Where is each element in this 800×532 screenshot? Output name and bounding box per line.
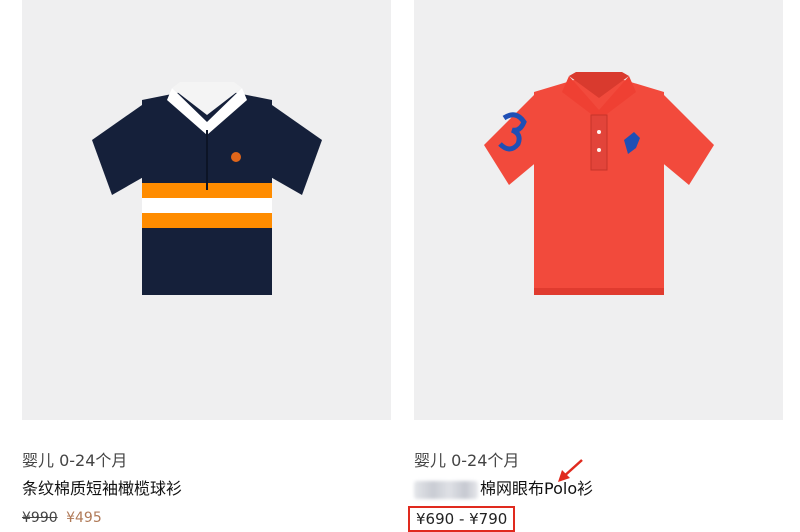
- annotation-arrow-icon: [558, 459, 583, 482]
- product-category: 婴儿 0-24个月: [22, 451, 128, 470]
- price-sale: ¥495: [66, 510, 102, 526]
- rugby-shirt-illustration: [92, 82, 322, 295]
- product-card-polo[interactable]: 婴儿 0-24个月 棉网眼布Polo衫 ¥690 - ¥790: [408, 0, 783, 532]
- product-category: 婴儿 0-24个月: [414, 451, 520, 470]
- product-title[interactable]: 条纹棉质短袖橄榄球衫: [22, 477, 391, 501]
- blurred-text: [414, 480, 478, 499]
- product-title[interactable]: 棉网眼布Polo衫: [414, 477, 783, 501]
- product-prices: ¥990 ¥495: [22, 506, 391, 530]
- product-prices: ¥690 - ¥790: [408, 506, 783, 532]
- product-image-polo-shirt[interactable]: [414, 0, 783, 420]
- product-image-rugby-shirt[interactable]: [22, 0, 391, 420]
- price-range-highlight: ¥690 - ¥790: [408, 506, 516, 532]
- price-original: ¥990: [22, 510, 58, 526]
- product-card-rugby[interactable]: 婴儿 0-24个月 条纹棉质短袖橄榄球衫 ¥990 ¥495: [22, 0, 391, 530]
- polo-shirt-illustration: [484, 72, 714, 295]
